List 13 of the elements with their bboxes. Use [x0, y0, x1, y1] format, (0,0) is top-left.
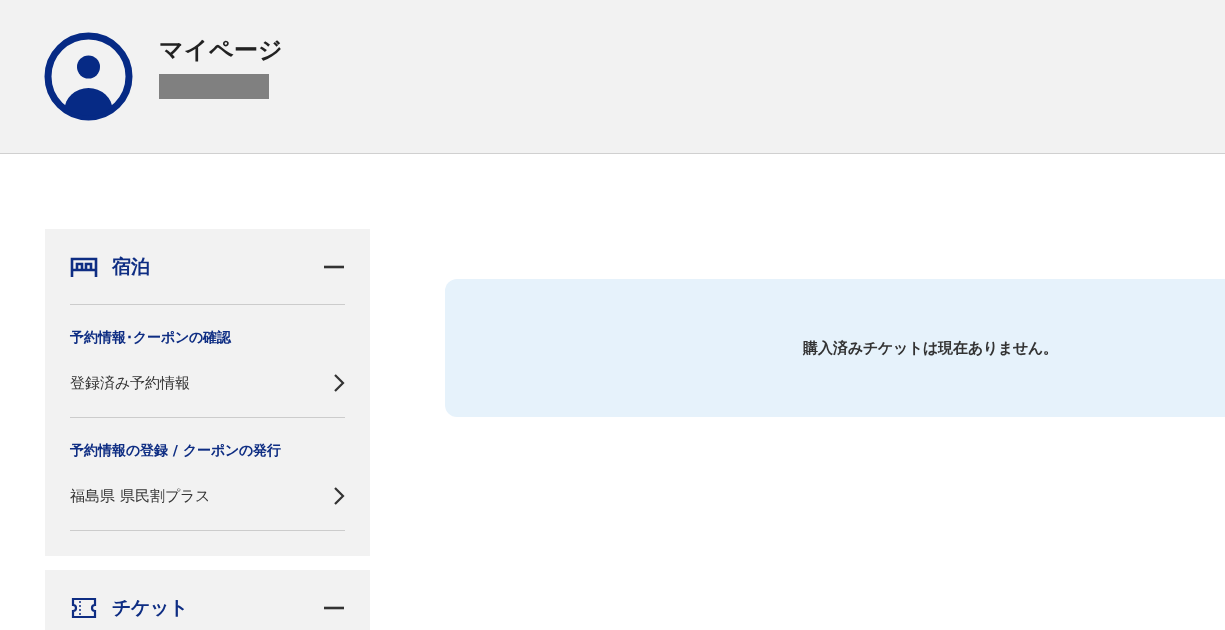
section-title[interactable]: 宿泊 [112, 253, 309, 280]
menu-link[interactable]: 登録済み予約情報 [70, 373, 345, 401]
menu-link[interactable]: 福島県 県民割プラス [70, 486, 345, 514]
chevron-right-icon [333, 373, 345, 393]
ticket-icon [70, 596, 98, 619]
bed-icon [70, 255, 98, 278]
chevron-right-icon [333, 486, 345, 506]
page-title: マイページ [159, 35, 283, 66]
section-title[interactable]: チケット [112, 594, 309, 621]
avatar-icon [44, 32, 133, 121]
notice-message: 購入済みチケットは現在ありません。 [802, 338, 1058, 358]
group-heading: 予約情報･クーポンの確認 [70, 329, 232, 347]
group-heading: 予約情報の登録 / クーポンの発行 [70, 442, 282, 460]
